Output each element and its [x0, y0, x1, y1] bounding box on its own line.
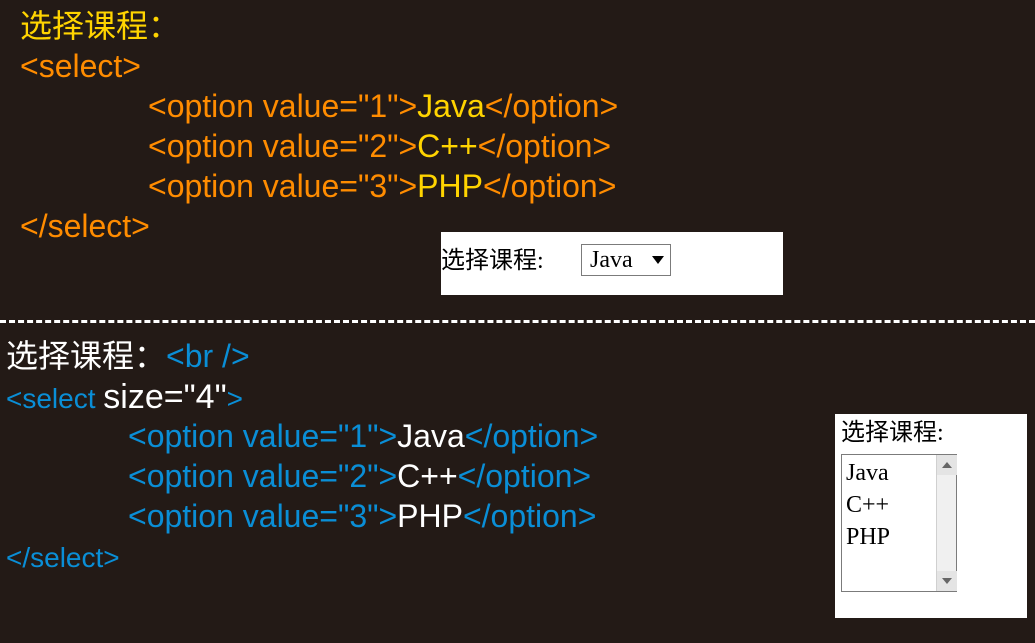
code-tag-option-close: </option>: [463, 498, 596, 534]
code-text: Java: [417, 88, 485, 124]
code-line: 选择课程：: [20, 6, 618, 46]
code-tag-option-open: <option value="3">: [148, 168, 417, 204]
code-tag-option-open: <option value="1">: [148, 88, 417, 124]
code-tag-option-close: </option>: [478, 128, 611, 164]
course-select-listbox[interactable]: Java C++ PHP: [841, 454, 957, 592]
code-tag-option-open: <option value="2">: [128, 458, 397, 494]
code-example-bottom: 选择课程：<br /> <select size="4"> <option va…: [6, 336, 598, 576]
code-tag-select-close: </select>: [6, 542, 120, 573]
output-label: 选择课程:: [441, 246, 544, 276]
code-text: PHP: [397, 498, 463, 534]
code-tag-select-open: <select: [6, 383, 103, 414]
code-tag-select-close: </select>: [20, 208, 150, 244]
code-tag-option-close: </option>: [465, 418, 598, 454]
code-text: PHP: [417, 168, 483, 204]
code-tag-option-close: </option>: [483, 168, 616, 204]
chevron-down-icon: [652, 256, 664, 264]
code-tag-option-open: <option value="3">: [128, 498, 397, 534]
code-tag-br: <br />: [166, 338, 250, 374]
code-text: Java: [397, 418, 465, 454]
code-tag-option-close: </option>: [485, 88, 618, 124]
rendered-output-listbox: 选择课程: Java C++ PHP: [835, 414, 1027, 618]
code-tag-select-open: <select>: [20, 48, 141, 84]
code-text: C++: [397, 458, 457, 494]
scroll-up-icon[interactable]: [937, 455, 957, 475]
code-example-top: 选择课程： <select> <option value="1">Java</o…: [20, 6, 618, 246]
section-divider: [0, 320, 1035, 323]
course-select-dropdown[interactable]: Java: [581, 244, 671, 276]
code-tag-option-open: <option value="2">: [148, 128, 417, 164]
scrollbar[interactable]: [936, 455, 956, 591]
dropdown-selected-value: Java: [590, 245, 633, 275]
code-tag-option-close: </option>: [458, 458, 591, 494]
code-attr-size: size="4": [103, 378, 226, 416]
output-label: 选择课程:: [841, 418, 944, 448]
code-tag-select-open-end: >: [227, 383, 243, 414]
code-text: C++: [417, 128, 477, 164]
scroll-down-icon[interactable]: [937, 571, 957, 591]
code-text: 选择课程：: [6, 338, 166, 374]
code-tag-option-open: <option value="1">: [128, 418, 397, 454]
rendered-output-dropdown: 选择课程: Java: [441, 232, 783, 295]
